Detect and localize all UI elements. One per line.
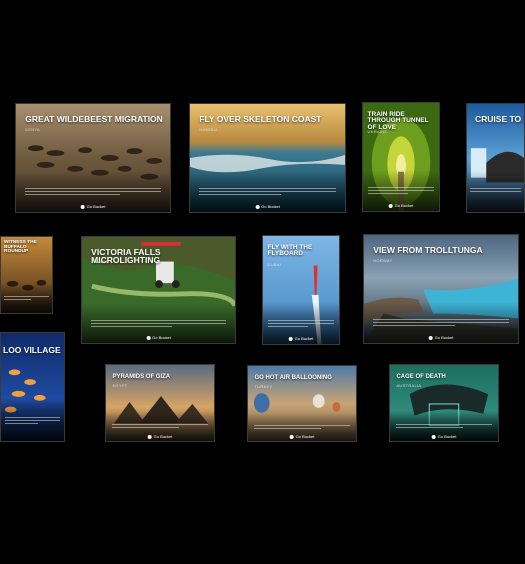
card-buffalo-roundup[interactable]: WITNESS THE BUFFALO ROUNDUP [0,236,53,314]
card-title: FLY WITH THE FLYBOARD [267,243,313,258]
logo-icon [289,434,294,439]
logo-icon [388,203,393,208]
card-description-lines [470,188,521,199]
logo-icon [147,434,152,439]
logo-icon [80,204,85,209]
card-subtitle: KENYA [25,126,40,132]
card-pyramids-of-giza[interactable]: PYRAMIDS OF GIZA EGYPT Go Bucket [105,364,215,442]
logo-icon [255,204,260,209]
brand-logo: Go Bucket [431,434,456,439]
card-view-from-trolltunga[interactable]: VIEW FROM TROLLTUNGA NORWAY Go Bucket [363,234,519,344]
card-description-lines [267,320,335,331]
card-description-lines [112,424,208,432]
logo-icon [428,335,433,340]
card-subtitle: NAMIBIA [199,126,218,132]
brand-logo: Go Bucket [147,434,172,439]
card-description-lines [254,424,350,433]
logo-icon [431,434,436,439]
card-title: FLY OVER SKELETON COAST [199,113,322,124]
brand-logo: Go Bucket [255,204,280,209]
card-title: VICTORIA FALLS MICROLIGHTING [91,246,161,266]
card-subtitle: EGYPT [112,383,128,389]
card-subtitle: TURKEY [254,384,273,389]
card-title: CRUISE TO N [475,113,525,124]
card-subtitle: NORWAY [373,257,393,263]
card-victoria-falls-microlighting[interactable]: VICTORIA FALLS MICROLIGHTING ZAMBIA Go B… [81,236,236,344]
card-subtitle: ZAMBIA [91,259,108,265]
card-flyboard[interactable]: FLY WITH THE FLYBOARD DUBAI Go Bucket [262,235,340,345]
card-title: GREAT WILDEBEEST MIGRATION [25,113,163,124]
card-description-lines [367,187,435,198]
card-title: CAGE OF DEATH [396,374,446,381]
card-title: WITNESS THE BUFFALO ROUNDUP [4,239,37,255]
logo-icon [146,335,151,340]
card-cage-of-death[interactable]: CAGE OF DEATH AUSTRALIA Go Bucket [389,364,499,442]
card-great-wildebeest-migration[interactable]: GREAT WILDEBEEST MIGRATION KENYA Go Buck… [15,103,171,213]
card-description-lines [25,188,161,199]
brand-logo: Go Bucket [288,336,313,341]
card-description-lines [4,417,61,428]
brand-logo: Go Bucket [146,335,171,340]
card-hot-air-ballooning[interactable]: GO HOT AIR BALLOONING TURKEY Go Bucket [247,365,357,442]
brand-logo: Go Bucket [289,434,314,439]
brand-logo: Go Bucket [388,203,413,208]
card-tunnel-of-love[interactable]: TRAIN RIDE THROUGH TUNNEL OF LOVE UKRAIN… [362,102,440,212]
card-subtitle: UKRAINE [367,128,388,134]
card-description-lines [199,188,336,199]
card-description-lines [373,319,509,330]
brand-logo: Go Bucket [80,204,105,209]
card-title: GO HOT AIR BALLOONING [254,375,332,381]
card-subtitle: AUSTRALIA [396,383,422,389]
card-description-lines [4,296,49,304]
card-cruise[interactable]: CRUISE TO N [466,103,525,213]
card-title: PYRAMIDS OF GIZA [112,374,171,381]
brand-logo: Go Bucket [428,335,453,340]
card-igloo-village[interactable]: LOO VILLAGE [0,332,65,442]
logo-icon [288,336,293,341]
card-title: VIEW FROM TROLLTUNGA [373,244,483,255]
card-subtitle: DUBAI [267,261,282,267]
card-fly-over-skeleton-coast[interactable]: FLY OVER SKELETON COAST NAMIBIA Go Bucke… [189,103,346,213]
card-description-lines [396,424,492,432]
card-description-lines [91,319,226,331]
card-title: LOO VILLAGE [3,344,61,355]
